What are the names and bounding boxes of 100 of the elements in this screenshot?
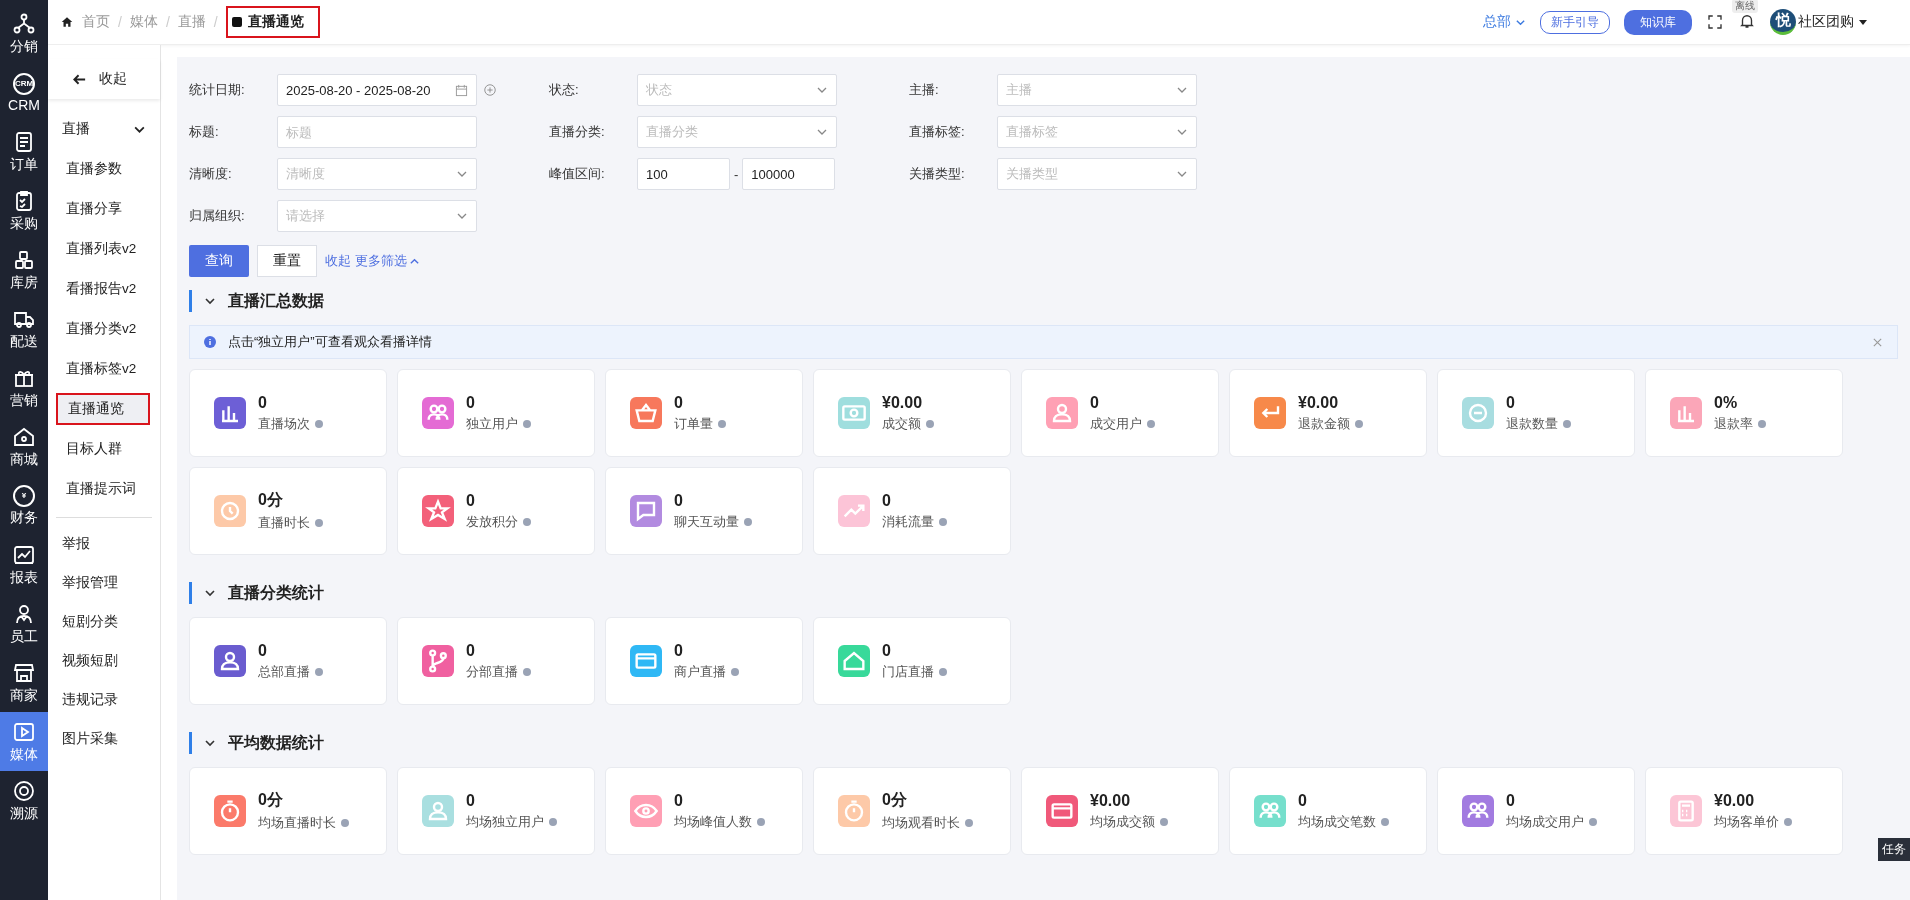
menu-item[interactable]: 直播列表v2: [56, 229, 150, 269]
stat-label: 均场观看时长: [882, 814, 960, 832]
stat-label: 均场客单价: [1714, 812, 1779, 831]
stat-label: 均场成交用户: [1506, 812, 1584, 831]
stat-value: 0: [466, 641, 476, 660]
stat-value: 0分: [258, 790, 284, 810]
filter-label: 直播分类:: [549, 123, 606, 141]
menu-item[interactable]: 直播分享: [56, 189, 150, 229]
chevron-icon[interactable]: [204, 737, 216, 749]
reset-button[interactable]: 重置: [257, 245, 317, 277]
stat-label: 退款数量: [1506, 414, 1558, 433]
org-dropdown[interactable]: 总部: [1483, 13, 1511, 31]
range-min-field[interactable]: 100: [637, 158, 730, 190]
chevron-icon[interactable]: [204, 587, 216, 599]
menu-item[interactable]: 举报: [48, 524, 160, 563]
rail-item[interactable]: 溯源: [0, 771, 48, 830]
calendar-icon: [455, 83, 468, 97]
input-field[interactable]: 标题: [277, 116, 477, 148]
stat-value: 0: [466, 491, 476, 510]
stat-value: 0: [1090, 393, 1100, 412]
query-button[interactable]: 查询: [189, 245, 249, 277]
menu-item[interactable]: 短剧分类: [48, 602, 160, 641]
circle-badge-icon: ¥: [13, 484, 35, 507]
plus-circle-icon[interactable]: [483, 83, 497, 97]
stat-label: 订单量: [674, 414, 713, 433]
stat-value: 0: [882, 491, 892, 510]
stat-value: 0: [1298, 791, 1308, 810]
stat-label: 总部直播: [258, 662, 310, 681]
section-title: 平均数据统计: [228, 732, 324, 753]
filter-label: 主播:: [909, 81, 940, 99]
stat-label: 独立用户: [466, 414, 518, 433]
stat-label: 直播时长: [258, 514, 310, 532]
rail-item[interactable]: 库房: [0, 240, 48, 299]
stat-value: 0: [1506, 393, 1516, 412]
stat-label: 均场成交笔数: [1298, 812, 1376, 831]
stat-label: 退款率: [1714, 414, 1753, 433]
menu-item[interactable]: 图片采集: [48, 719, 160, 758]
range-max-field[interactable]: 100000: [742, 158, 836, 190]
date-range-field[interactable]: 2025-08-20 - 2025-08-20: [277, 74, 477, 106]
menu-item[interactable]: 看播报告v2: [56, 269, 150, 309]
section-title: 直播汇总数据: [228, 290, 324, 311]
stat-label: 均场直播时长: [258, 814, 336, 832]
stat-value: 0: [674, 791, 684, 810]
rail-item[interactable]: 配送: [0, 299, 48, 358]
breadcrumb-separator: /: [213, 14, 218, 30]
filter-label: 统计日期:: [189, 81, 246, 99]
info-icon: [204, 336, 216, 348]
rail-item[interactable]: ¥ 财务: [0, 476, 48, 535]
user-menu[interactable]: 社区团购: [1798, 13, 1854, 31]
home-icon: [60, 15, 74, 29]
filter-label: 直播标签:: [909, 123, 966, 141]
rail-item[interactable]: 媒体: [0, 712, 48, 771]
rail-item[interactable]: 营销: [0, 358, 48, 417]
stat-value: ¥0.00: [1714, 791, 1756, 810]
rail-item[interactable]: CRM CRM: [0, 63, 48, 122]
menu-item[interactable]: 直播通览: [56, 393, 150, 425]
menu-item[interactable]: 视频短剧: [48, 641, 160, 680]
rail-item[interactable]: 采购: [0, 181, 48, 240]
close-icon[interactable]: [1872, 336, 1883, 348]
breadcrumb-separator: /: [118, 14, 122, 30]
stat-value: 0: [258, 393, 268, 412]
menu-item[interactable]: 违规记录: [48, 680, 160, 719]
side-tab[interactable]: 任务: [1878, 838, 1910, 861]
rail-item[interactable]: 商家: [0, 653, 48, 712]
rail-item[interactable]: 员工: [0, 594, 48, 653]
rail-item[interactable]: 报表: [0, 535, 48, 594]
fullscreen-icon[interactable]: [1706, 13, 1724, 31]
stat-value: 0: [674, 393, 684, 412]
chevron-icon[interactable]: [204, 295, 216, 307]
menu-item[interactable]: 直播分类v2: [56, 309, 150, 349]
rail-item[interactable]: 分销: [0, 4, 48, 63]
avatar-logo[interactable]: 悦: [1770, 9, 1796, 35]
stat-value: 0: [1506, 791, 1516, 810]
guide-button[interactable]: 新手引导: [1540, 10, 1610, 34]
menu-item[interactable]: 直播提示词: [56, 469, 150, 509]
status-badge: 离线: [1732, 0, 1758, 13]
collapse-link[interactable]: 收起: [325, 252, 351, 270]
share-icon: [12, 11, 36, 36]
rail-item[interactable]: 商城: [0, 417, 48, 476]
collapse-button[interactable]: 收起: [48, 59, 160, 99]
caret-down-icon[interactable]: [1858, 17, 1868, 27]
stat-label: 成交额: [882, 414, 921, 433]
stat-label: 均场成交额: [1090, 812, 1155, 831]
filter-label: 标题:: [189, 123, 220, 141]
menu-item[interactable]: 举报管理: [48, 563, 160, 602]
filter-label: 清晰度:: [189, 165, 233, 183]
menu-item[interactable]: 目标人群: [56, 429, 150, 469]
stat-value: 0: [466, 393, 476, 412]
alert-text: 点击“独立用户”可查看观众看播详情: [228, 333, 433, 351]
circle-badge-icon: CRM: [13, 72, 35, 95]
rail-item[interactable]: 订单: [0, 122, 48, 181]
target-icon: [12, 778, 36, 803]
menu-group[interactable]: 直播: [48, 109, 160, 149]
filter-label: 峰值区间:: [549, 165, 606, 183]
knowledge-button[interactable]: 知识库: [1624, 9, 1692, 35]
menu-item[interactable]: 直播标签v2: [56, 349, 150, 389]
menu-item[interactable]: 直播参数: [56, 149, 150, 189]
more-filters-link[interactable]: 更多筛选: [355, 252, 407, 270]
filter-label: 归属组织:: [189, 207, 246, 225]
stat-value: ¥0.00: [882, 393, 924, 412]
